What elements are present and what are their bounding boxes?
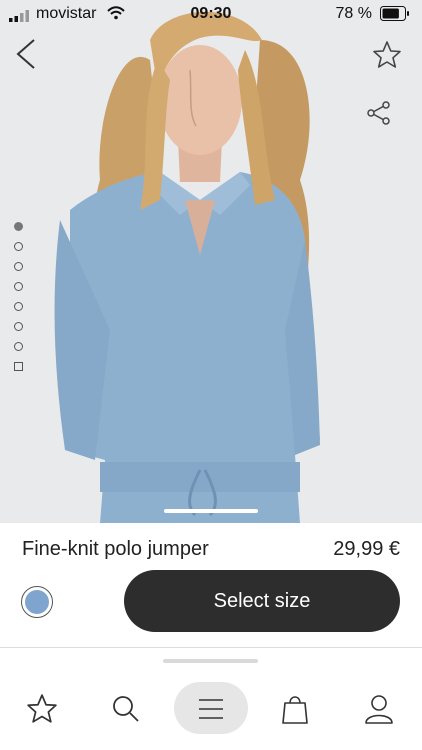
search-icon: [113, 696, 139, 722]
bag-icon: [282, 696, 308, 724]
gallery-dot[interactable]: [14, 222, 23, 231]
gallery-video-indicator[interactable]: [14, 362, 23, 371]
product-price: 29,99 €: [333, 538, 400, 560]
divider: [0, 647, 422, 648]
nav-wishlist[interactable]: [17, 684, 67, 734]
nav-search[interactable]: [101, 684, 151, 734]
product-name: Fine-knit polo jumper: [22, 538, 209, 560]
back-button[interactable]: [12, 36, 42, 72]
bottom-navigation: [0, 680, 422, 740]
color-swatch[interactable]: [21, 586, 53, 618]
select-size-button[interactable]: Select size: [124, 570, 400, 632]
gallery-dot[interactable]: [14, 242, 23, 251]
gallery-dot[interactable]: [14, 342, 23, 351]
gallery-dot[interactable]: [14, 262, 23, 271]
nav-menu[interactable]: [186, 684, 236, 734]
status-bar: movistar 09:30 78 %: [0, 0, 422, 28]
battery-percentage: 78 %: [335, 5, 372, 22]
favorite-star-icon[interactable]: [372, 40, 402, 70]
battery-icon: [380, 6, 409, 21]
gallery-dot[interactable]: [14, 302, 23, 311]
user-icon: [365, 695, 393, 724]
gallery-pagination: [12, 222, 28, 382]
gallery-dot[interactable]: [14, 282, 23, 291]
gallery-dot[interactable]: [14, 322, 23, 331]
star-icon: [27, 694, 57, 723]
color-swatch-fill: [25, 590, 49, 614]
product-photo: [0, 0, 422, 523]
nav-account[interactable]: [354, 684, 404, 734]
sheet-grabber[interactable]: [163, 659, 258, 663]
product-image[interactable]: movistar 09:30 78 %: [0, 0, 422, 523]
image-scroll-indicator: [164, 509, 258, 513]
nav-bag[interactable]: [270, 684, 320, 734]
share-icon[interactable]: [366, 100, 392, 126]
menu-icon: [199, 699, 223, 719]
